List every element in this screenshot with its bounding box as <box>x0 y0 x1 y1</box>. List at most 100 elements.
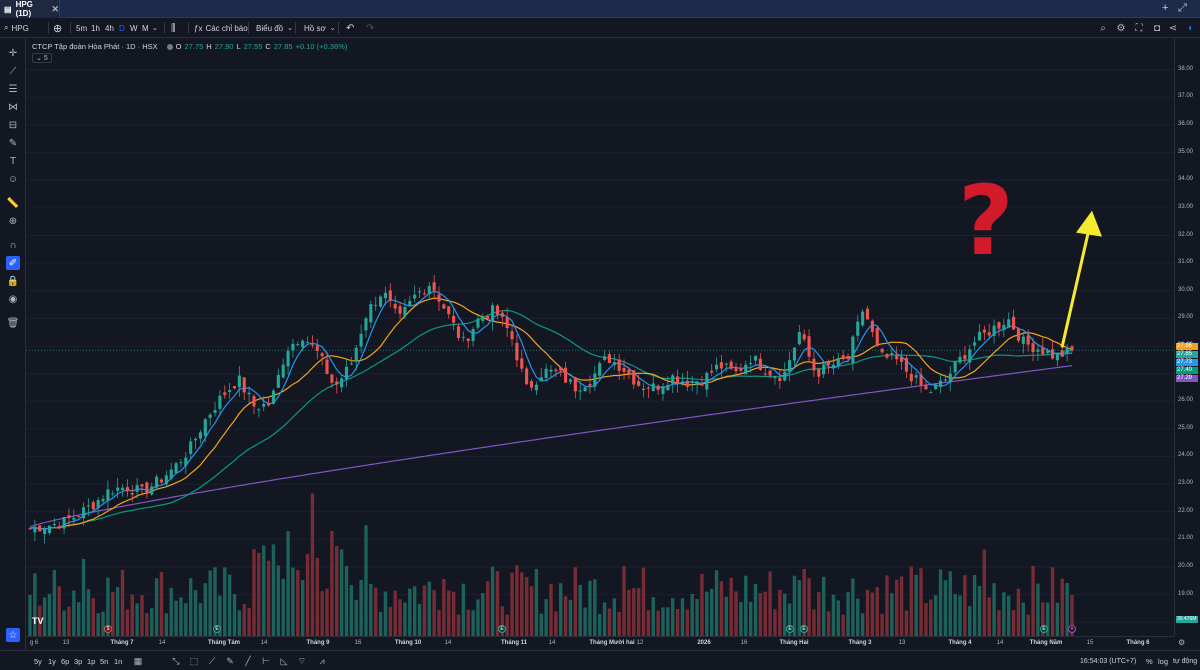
candle-body <box>456 326 461 338</box>
expand-icon[interactable]: ⤢ <box>1178 2 1187 15</box>
redo-icon[interactable]: ↷ <box>366 18 374 38</box>
candle-body <box>218 395 222 409</box>
pattern-icon[interactable]: ⋈ <box>6 100 20 114</box>
timeframe-1h[interactable]: 1h <box>91 18 100 38</box>
close-icon[interactable]: ✕ <box>51 4 59 15</box>
range-5y[interactable]: 5y <box>34 651 42 670</box>
add-tab-icon[interactable]: + <box>1162 2 1168 14</box>
log-toggle[interactable]: log <box>1158 651 1168 670</box>
lock-icon[interactable]: 🔒 <box>6 274 20 288</box>
auto-scale-toggle[interactable]: tự động <box>1173 651 1197 670</box>
event-marker[interactable]: E <box>213 625 221 633</box>
ray-icon[interactable]: ⟋ <box>206 655 218 667</box>
projection-icon[interactable]: ⊟ <box>6 118 20 132</box>
candle-body <box>359 333 363 347</box>
cursor-tool-icon[interactable]: ⤡ <box>170 655 182 667</box>
symbol-search[interactable]: ⌕ HPG <box>4 18 29 38</box>
range-1y[interactable]: 1y <box>48 651 56 670</box>
timeframe-m[interactable]: M <box>142 18 149 38</box>
camera-icon[interactable]: ◘ <box>1150 21 1164 35</box>
candle-body <box>62 517 66 529</box>
triangle-icon[interactable]: ◺ <box>278 655 290 667</box>
profile-button[interactable]: Hồ sơ ⌄ <box>304 18 336 38</box>
crosshair-icon[interactable]: ✛ <box>6 46 20 60</box>
timeframe-4h[interactable]: 4h <box>105 18 114 38</box>
candles-icon[interactable]: ⫼ <box>171 18 176 38</box>
line-icon[interactable]: ╱ <box>242 655 254 667</box>
volume-bar <box>831 594 836 636</box>
chart-pane[interactable]: CTCP Tập đoàn Hòa Phát · 1D · HSX O 27.75… <box>26 38 1174 636</box>
price-axis[interactable]: 38.00 37.00 36.00 35.00 34.00 33.00 32.00 31.00… <box>1174 38 1200 647</box>
candle-body <box>1041 347 1045 355</box>
compare-icon[interactable]: ⊕ <box>53 18 62 38</box>
eye-icon[interactable]: ◉ <box>6 292 20 306</box>
sync-icon[interactable]: ◐ <box>1184 21 1198 35</box>
volume-bar <box>47 593 52 636</box>
percent-toggle[interactable]: % <box>1146 651 1153 670</box>
chart-tab[interactable]: ▤ HPG (1D) ✕ <box>0 0 60 18</box>
arrow-head-annotation <box>1076 210 1102 237</box>
candle-body <box>671 375 675 384</box>
event-marker[interactable]: E <box>800 625 808 633</box>
range-1p[interactable]: 1p <box>87 651 95 670</box>
event-marker[interactable]: $ <box>104 625 112 633</box>
candle-body <box>982 329 986 333</box>
indicator-count[interactable]: ⌄ 5 <box>32 53 52 63</box>
range-1n[interactable]: 1n <box>114 651 122 670</box>
drawing-mode-icon[interactable]: ✐ <box>6 256 20 270</box>
gear-icon[interactable]: ⚙ <box>1114 21 1128 35</box>
event-marker[interactable]: E <box>498 625 506 633</box>
chart-canvas[interactable] <box>26 38 1174 636</box>
text-icon[interactable]: T <box>6 154 20 168</box>
wave-icon[interactable]: ⩘ <box>316 655 328 667</box>
fullscreen-icon[interactable]: ⛶ <box>1132 21 1146 35</box>
volume-bar <box>680 598 685 636</box>
candle-body <box>549 369 553 372</box>
zoom-search-icon[interactable]: ⌕ <box>1096 21 1110 35</box>
fib-icon[interactable]: ☰ <box>6 82 20 96</box>
emoji-icon[interactable]: ☺ <box>6 172 20 186</box>
range-5n[interactable]: 5n <box>100 651 108 670</box>
candle-body <box>237 375 241 388</box>
chart-type-button[interactable]: Biểu đồ ⌄ <box>256 18 293 38</box>
time-tick: Tháng Hai <box>779 640 809 646</box>
candle-body <box>52 524 56 526</box>
trendline-icon[interactable]: ⟋ <box>6 64 20 78</box>
candle-body <box>992 325 996 336</box>
trash-icon[interactable]: 🗑 <box>6 316 20 330</box>
candle-body <box>822 364 826 375</box>
ma-10-line <box>29 290 1073 530</box>
timeframe-d[interactable]: D <box>119 18 125 38</box>
candle-body <box>797 332 801 345</box>
time-axis[interactable]: g 6 13 Tháng 7 14 Tháng Tám 14 Tháng 9 16 Tháng … <box>26 636 1174 650</box>
select-box-icon[interactable]: ⬚ <box>188 655 200 667</box>
calendar-icon[interactable]: ▦ <box>132 655 144 667</box>
event-marker[interactable]: E <box>1040 625 1048 633</box>
candle-body <box>656 385 660 390</box>
event-marker[interactable]: E <box>786 625 794 633</box>
timeframe-5m[interactable]: 5m <box>76 18 87 38</box>
horizontal-line-icon[interactable]: ⊢ <box>260 655 272 667</box>
volume-bar <box>1026 614 1030 636</box>
range-3p[interactable]: 3p <box>74 651 82 670</box>
brush-icon[interactable]: ✎ <box>6 136 20 150</box>
volume-bar <box>515 565 519 636</box>
zoom-in-icon[interactable]: ⊕ <box>6 214 20 228</box>
time-tick: 14 <box>158 640 166 646</box>
measure-icon[interactable]: ⌔ <box>296 655 308 667</box>
share-icon[interactable]: ⋖ <box>1166 21 1180 35</box>
range-6p[interactable]: 6p <box>61 651 69 670</box>
indicators-button[interactable]: ƒx Các chỉ báo <box>194 18 248 38</box>
axis-settings-icon[interactable]: ⚙ <box>1178 638 1185 647</box>
ruler-icon[interactable]: 📏 <box>6 196 20 210</box>
chevron-down-icon[interactable]: ⌄ <box>152 18 158 38</box>
candle-body <box>943 379 947 381</box>
star-icon[interactable]: ☆ <box>6 628 20 642</box>
event-marker[interactable]: • <box>1068 625 1076 633</box>
volume-bar <box>227 574 232 636</box>
undo-icon[interactable]: ↶ <box>346 18 354 38</box>
timeframe-w[interactable]: W <box>130 18 138 38</box>
magnet-icon[interactable]: ∩ <box>6 238 20 252</box>
volume-bar <box>924 603 928 636</box>
brush-icon[interactable]: ✎ <box>224 655 236 667</box>
